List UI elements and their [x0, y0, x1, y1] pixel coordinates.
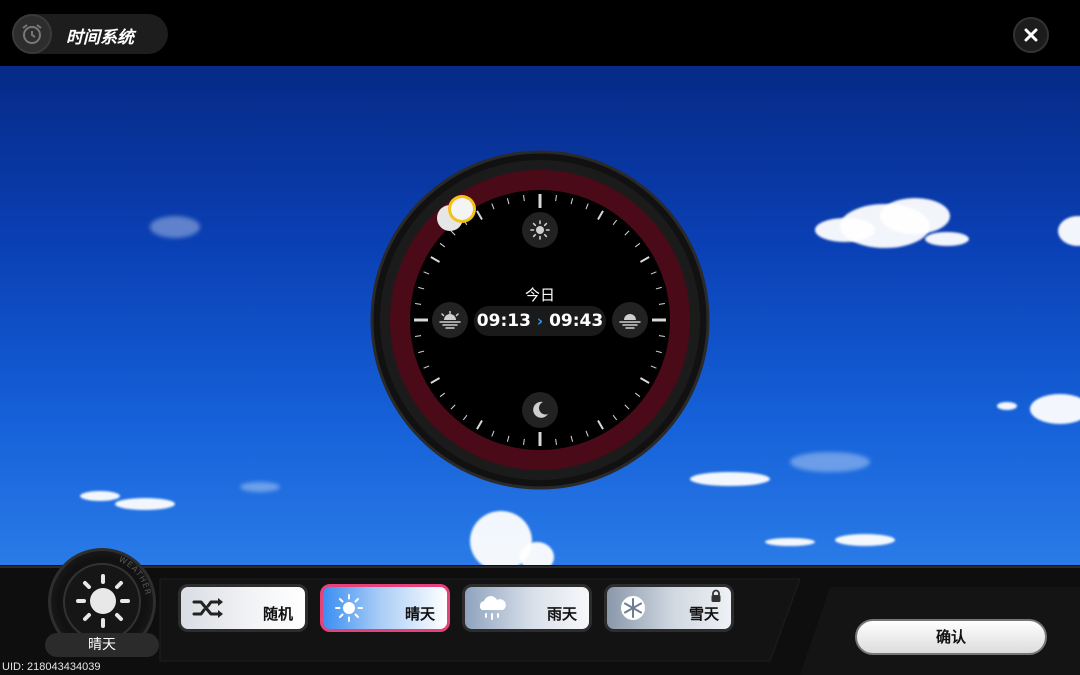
uid-text: UID: 218043434039: [2, 661, 101, 673]
time-handle[interactable]: [432, 192, 480, 236]
cloud: [1030, 394, 1080, 424]
cloud: [815, 218, 875, 242]
weather-option-label: 晴天: [404, 605, 435, 623]
cloud: [765, 538, 815, 546]
sunset-icon: [612, 302, 648, 338]
cloud: [150, 216, 200, 238]
weather-option-label: 雪天: [688, 605, 719, 623]
page-title: 时间系统: [66, 28, 134, 48]
cloud: [115, 498, 175, 510]
weather-option-sunny[interactable]: 晴天: [320, 584, 450, 632]
sunrise-icon: [432, 302, 468, 338]
arrow-right-icon: ›: [536, 312, 544, 330]
target-time: 09:43: [549, 311, 604, 331]
close-button[interactable]: [1013, 17, 1049, 53]
time-dial[interactable]: 今日 09:13 › 09:43: [370, 150, 710, 490]
time-range: 09:13 › 09:43: [474, 306, 606, 336]
cloud: [790, 452, 870, 472]
current-time: 09:13: [476, 311, 531, 331]
moon-icon: [522, 392, 558, 428]
alarm-clock-icon: [12, 14, 52, 54]
sun-icon: [522, 212, 558, 248]
lock-icon: [711, 589, 721, 602]
cloud: [1058, 216, 1080, 246]
cloud: [240, 482, 280, 492]
snowflake-icon: [621, 596, 645, 620]
weather-option-snowy[interactable]: 雪天: [604, 584, 734, 632]
cloud: [997, 402, 1017, 410]
rain-cloud-icon: [479, 596, 506, 620]
weather-option-label: 雨天: [546, 605, 577, 623]
weather-dial-inner: [63, 563, 141, 641]
cloud: [925, 232, 969, 246]
sun-icon: [76, 574, 130, 628]
sun-icon: [335, 594, 363, 622]
weather-option-random[interactable]: 随机: [178, 584, 308, 632]
confirm-button[interactable]: 确认: [855, 619, 1047, 655]
shuffle-icon: [192, 598, 223, 618]
cloud: [835, 534, 895, 546]
cloud: [880, 198, 950, 234]
day-label: 今日: [524, 286, 555, 304]
cloud: [80, 491, 120, 501]
top-bar: 时间系统: [0, 0, 1080, 66]
current-weather-label: 晴天: [45, 633, 159, 657]
cloud: [520, 542, 554, 566]
title-pill: 时间系统: [12, 14, 168, 54]
weather-option-rainy[interactable]: 雨天: [462, 584, 592, 632]
close-icon: [1024, 28, 1038, 42]
weather-option-label: 随机: [262, 605, 293, 623]
